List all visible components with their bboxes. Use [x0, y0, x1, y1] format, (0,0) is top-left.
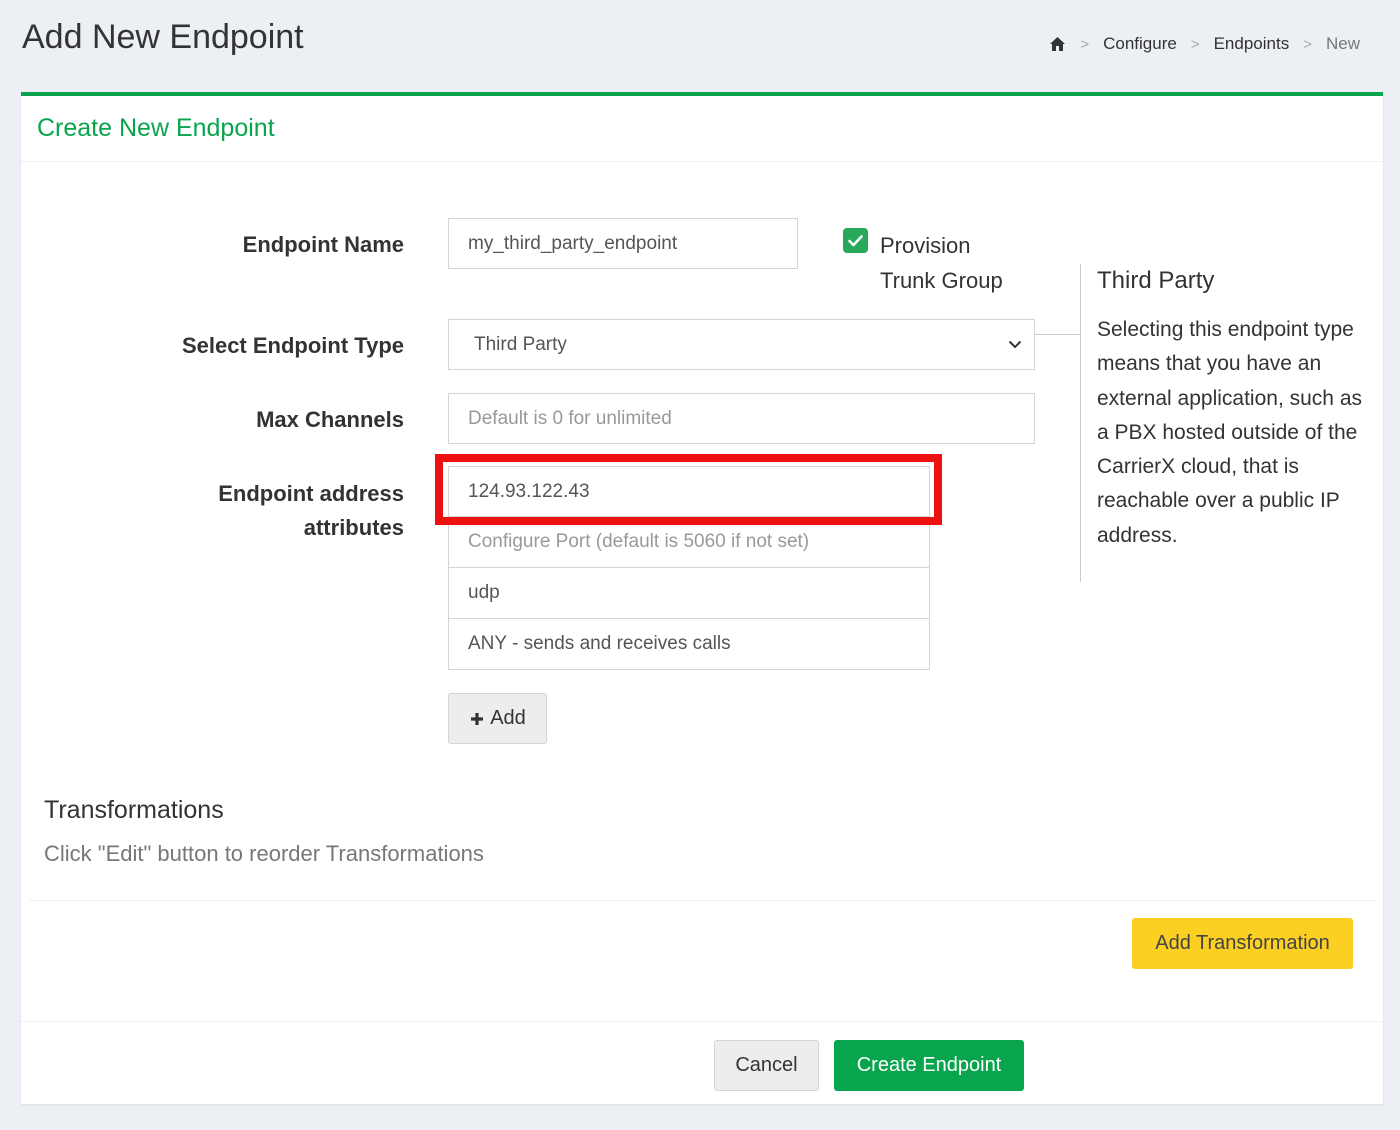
plus-icon [471, 712, 484, 725]
breadcrumb-configure[interactable]: Configure [1103, 34, 1177, 54]
breadcrumb-separator: > [1080, 35, 1090, 53]
provision-label-line2: Trunk Group [880, 268, 1003, 293]
card-title: Create New Endpoint [37, 114, 275, 142]
checkmark-icon [848, 234, 863, 246]
breadcrumb-separator: > [1190, 35, 1200, 53]
create-endpoint-card: Create New Endpoint Endpoint Name Provis… [21, 92, 1383, 1104]
home-icon[interactable] [1049, 36, 1066, 52]
help-title: Third Party [1097, 267, 1215, 294]
endpoint-address-label: Endpoint address attributes [218, 477, 404, 545]
transformations-subtitle: Click "Edit" button to reorder Transform… [44, 841, 484, 866]
add-address-button-label: Add [490, 707, 526, 729]
help-panel: Third Party Selecting this endpoint type… [1080, 264, 1365, 582]
transformations-divider [29, 900, 1375, 901]
highlight-box [435, 454, 942, 525]
help-connector-line [1034, 334, 1080, 335]
endpoint-type-label: Select Endpoint Type [181, 333, 404, 358]
endpoint-address-label-line2: attributes [303, 515, 404, 540]
footer-divider [21, 1021, 1383, 1022]
endpoint-type-value: Third Party [474, 333, 567, 355]
endpoint-name-input[interactable] [448, 218, 798, 269]
provision-label-line1: Provision [880, 233, 971, 258]
breadcrumb-endpoints[interactable]: Endpoints [1214, 34, 1290, 54]
cancel-button[interactable]: Cancel [714, 1040, 819, 1091]
create-endpoint-button[interactable]: Create Endpoint [834, 1040, 1024, 1091]
chevron-down-icon [1008, 340, 1022, 349]
provision-trunk-group-checkbox[interactable] [843, 228, 868, 253]
help-text: Selecting this endpoint type means that … [1097, 318, 1362, 547]
provision-trunk-group-label: Provision Trunk Group [880, 228, 1003, 298]
transformations-title: Transformations [44, 796, 224, 824]
page-title: Add New Endpoint [22, 18, 304, 56]
endpoint-address-label-line1: Endpoint address [218, 481, 404, 506]
address-direction-field[interactable]: ANY - sends and receives calls [448, 619, 930, 670]
endpoint-type-select[interactable]: Third Party [448, 319, 1035, 370]
card-header: Create New Endpoint [21, 96, 1383, 162]
address-transport-field[interactable]: udp [448, 568, 930, 619]
add-transformation-button[interactable]: Add Transformation [1132, 918, 1353, 969]
add-address-button[interactable]: Add [448, 693, 547, 744]
endpoint-name-label: Endpoint Name [242, 232, 404, 257]
max-channels-label: Max Channels [256, 407, 404, 432]
breadcrumb-separator: > [1303, 35, 1312, 53]
max-channels-input[interactable] [448, 393, 1035, 444]
breadcrumb-current: New [1325, 34, 1360, 53]
breadcrumb: > Configure > Endpoints > New [1049, 34, 1360, 54]
